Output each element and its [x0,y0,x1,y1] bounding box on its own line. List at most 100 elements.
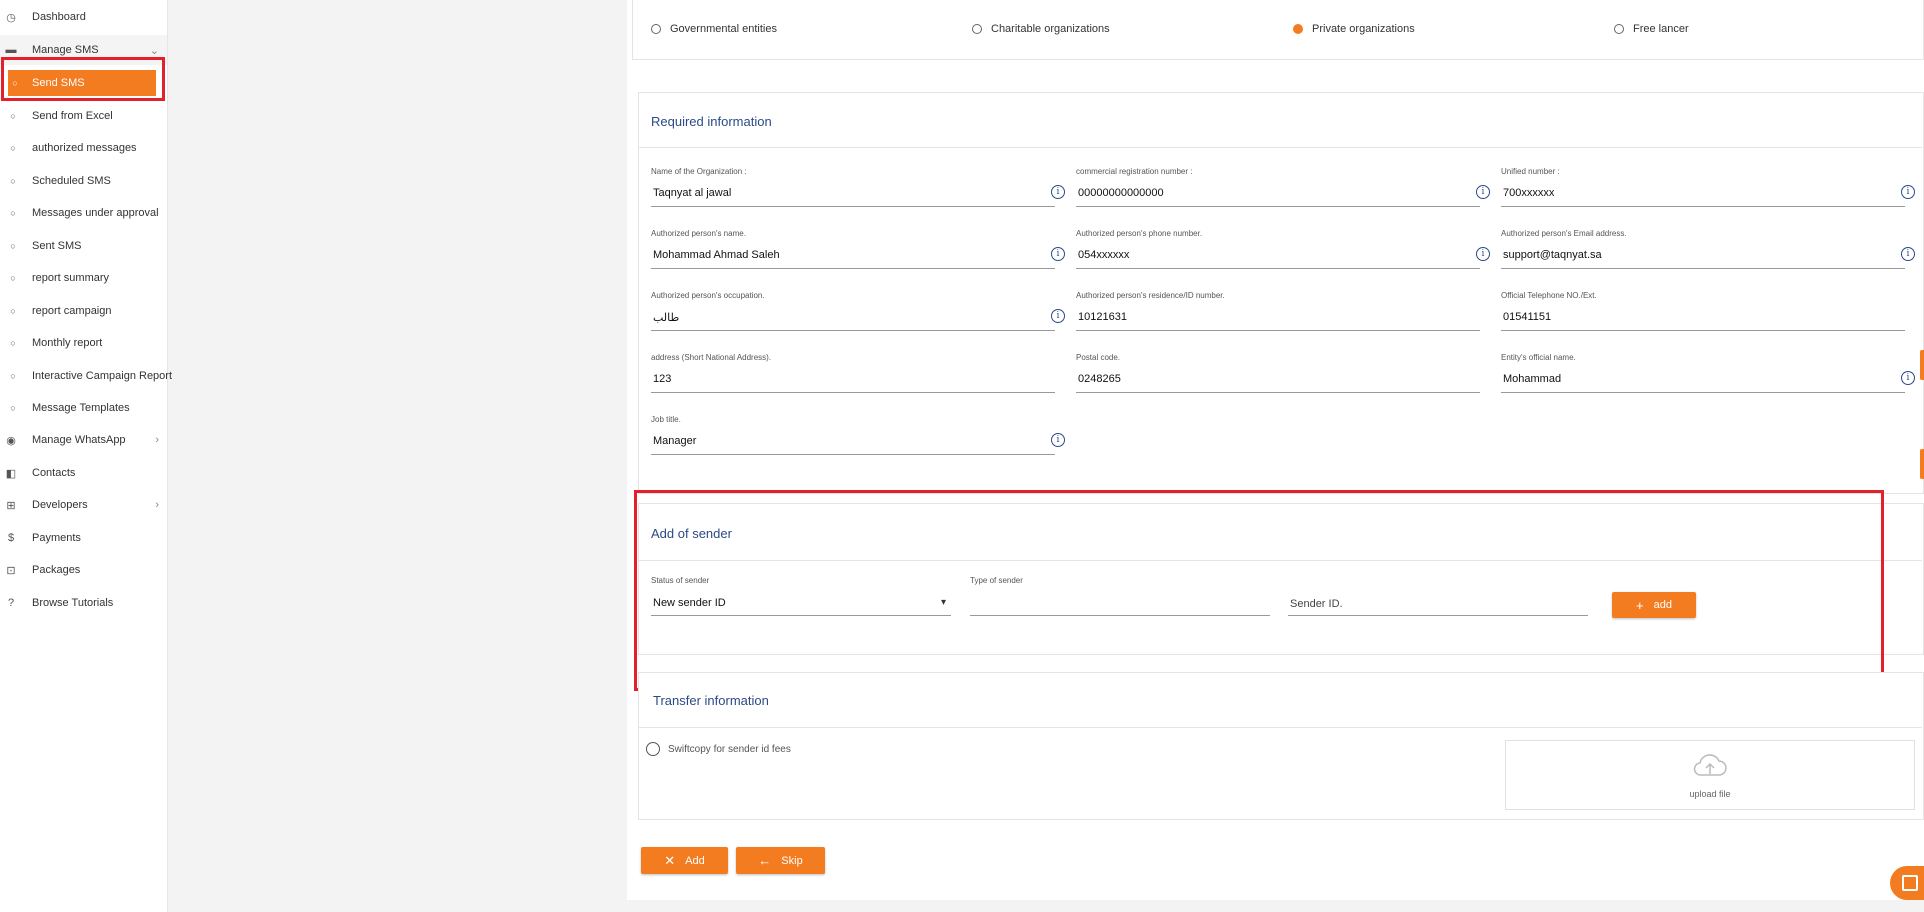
bullet-icon: ○ [10,403,16,413]
form-field[interactable]: Job title. Manager i [651,415,1065,465]
sidebar-item-label: Send SMS [32,77,85,89]
edge-tab[interactable] [1920,449,1924,479]
form-field[interactable]: Name of the Organization : Taqnyat al jaw… [651,167,1065,217]
sender-type-field[interactable]: Type of sender [970,576,1270,626]
cloud-upload-icon [1693,754,1727,776]
info-icon[interactable]: i [1051,309,1065,323]
form-field[interactable]: Unified number : 700xxxxxx i [1501,167,1915,217]
sidebar-item[interactable]: ○ Sent SMS [0,231,167,261]
skip-button[interactable]: ← Skip [736,847,825,874]
add-sender-button[interactable]: + add [1612,592,1696,618]
sidebar-item[interactable]: ○ Messages under approval [0,198,167,228]
bullet-icon: ○ [12,78,18,88]
dollar-icon: $ [7,532,15,544]
sidebar-item[interactable]: ? Browse Tutorials [0,588,167,618]
field-label: Authorized person's phone number. [1076,229,1203,238]
form-field[interactable]: commercial registration number : 00000000… [1076,167,1490,217]
field-label: Authorized person's residence/ID number. [1076,291,1225,300]
info-icon[interactable]: i [1051,247,1065,261]
sidebar-item[interactable]: ⊞ Developers › [0,490,167,520]
field-value: 10121631 [1078,311,1127,323]
radio-freelancer[interactable]: Free lancer [1614,23,1689,35]
arrow-left-icon: ← [758,853,772,868]
form-field[interactable]: Entity's official name. Mohammad i [1501,353,1915,403]
sidebar-item-label: Dashboard [32,11,86,23]
info-icon[interactable]: i [1476,247,1490,261]
chat-icon [1902,875,1918,891]
bullet-icon: ○ [10,338,16,348]
form-field[interactable]: Authorized person's name. Mohammad Ahmad … [651,229,1065,279]
field-underline [1076,206,1480,207]
contacts-icon: ◧ [5,467,17,480]
sidebar-item-label: Payments [32,532,81,544]
bullet-icon: ○ [10,371,16,381]
sidebar-item[interactable]: ◧ Contacts [0,458,167,488]
info-icon[interactable]: i [1051,433,1065,447]
info-icon[interactable]: i [1901,185,1915,199]
form-field[interactable]: Official Telephone NO./Ext. 01541151 [1501,291,1905,341]
form-field[interactable]: Authorized person's Email address. suppor… [1501,229,1915,279]
form-field[interactable]: Authorized person's phone number. 054xxxx… [1076,229,1490,279]
sidebar-item[interactable]: ⊡ Packages [0,555,167,585]
form-field[interactable]: Authorized person's residence/ID number.… [1076,291,1480,341]
radio-private[interactable]: Private organizations [1293,23,1415,35]
field-label: commercial registration number : [1076,167,1193,176]
form-field[interactable]: Postal code. 0248265 [1076,353,1480,403]
field-label: Type of sender [970,576,1023,585]
field-underline [1501,330,1905,331]
field-underline [1076,392,1480,393]
dashboard-icon: ◷ [6,11,16,24]
sidebar-item-label: Manage WhatsApp [32,434,126,446]
sidebar-item-label: Monthly report [32,337,103,349]
field-value: support@taqnyat.sa [1503,249,1602,261]
field-label: Status of sender [651,576,710,585]
field-underline [1076,330,1480,331]
divider [638,727,1922,728]
sender-id-input[interactable]: Sender ID. [1288,576,1588,626]
sidebar-item[interactable]: ○ Send from Excel [0,101,167,131]
sidebar-item[interactable]: ▬ Manage SMS ⌄ [0,35,167,65]
field-label: Postal code. [1076,353,1121,362]
sidebar-item[interactable]: ○ Interactive Campaign Report [0,361,172,391]
sidebar-item[interactable]: ○ Scheduled SMS [0,166,167,196]
sidebar-item[interactable]: ○ Send SMS [8,70,156,96]
chat-fab-button[interactable] [1890,866,1924,900]
field-underline [651,268,1055,269]
sidebar-item[interactable]: ○ Monthly report [0,328,167,358]
upload-file-box[interactable]: upload file [1505,740,1915,810]
radio-icon [972,24,982,34]
radio-governmental[interactable]: Governmental entities [651,23,777,35]
field-label: Authorized person's name. [651,229,746,238]
field-underline [1288,615,1588,616]
sidebar-item-label: report summary [32,272,110,284]
sidebar-item-label: Scheduled SMS [32,175,111,187]
sender-status-select[interactable]: Status of sender New sender ID ▾ [651,576,951,626]
sidebar-item[interactable]: ◷ Dashboard [0,2,167,32]
help-icon: ? [7,597,15,609]
info-icon[interactable]: i [1901,371,1915,385]
info-icon[interactable]: i [1051,185,1065,199]
field-label: address (Short National Address). [651,353,772,362]
info-icon[interactable]: i [1901,247,1915,261]
add-button[interactable]: ✕ Add [641,847,728,874]
field-value: 700xxxxxx [1503,187,1555,199]
info-icon[interactable]: i [1476,185,1490,199]
field-value: Mohammad [1503,373,1562,385]
field-label: Job title. [651,415,681,424]
field-label: Entity's official name. [1501,353,1576,362]
radio-label: Charitable organizations [991,23,1110,35]
sidebar-item[interactable]: ○ report summary [0,263,167,293]
sidebar-item[interactable]: ○ authorized messages [0,133,167,163]
form-field[interactable]: Authorized person's occupation. طالب i [651,291,1065,341]
sidebar-item[interactable]: $ Payments [0,523,167,553]
sidebar-item[interactable]: ◉ Manage WhatsApp › [0,425,167,455]
radio-selected-icon [1293,24,1303,34]
sidebar-item-label: Developers [32,499,88,511]
message-icon: ▬ [5,44,17,56]
edge-tab[interactable] [1920,350,1924,380]
form-field[interactable]: address (Short National Address). 123 [651,353,1055,403]
swiftcopy-option[interactable]: Swiftcopy for sender id fees [646,742,791,756]
radio-charitable[interactable]: Charitable organizations [972,23,1110,35]
sidebar-item[interactable]: ○ Message Templates [0,393,167,423]
sidebar-item[interactable]: ○ report campaign [0,296,167,326]
